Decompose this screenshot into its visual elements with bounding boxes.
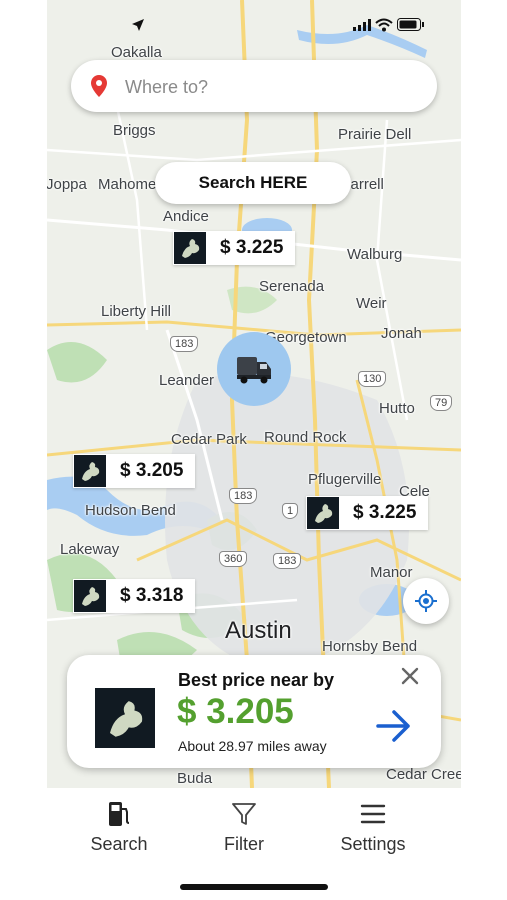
map-label: Hudson Bend	[85, 502, 176, 519]
arrow-right-icon[interactable]	[375, 709, 413, 743]
map-label: Mahomet	[98, 176, 161, 193]
best-price-card[interactable]: Best price near by $ 3.205 About 28.97 m…	[67, 655, 441, 768]
fuel-pump-icon	[109, 802, 130, 826]
menu-icon	[360, 804, 386, 824]
price-marker-value: $ 3.225	[353, 502, 417, 523]
home-indicator	[180, 884, 328, 890]
map-label: Pflugerville	[308, 471, 382, 488]
locate-icon	[415, 590, 437, 612]
map-label: Serenada	[259, 278, 325, 295]
map-label: Round Rock	[264, 429, 347, 446]
search-here-button[interactable]: Search HERE	[155, 162, 351, 204]
destination-search-bar[interactable]	[71, 60, 437, 112]
close-icon[interactable]	[399, 665, 421, 687]
card-title: Best price near by	[178, 670, 335, 690]
map-pin-icon	[91, 75, 107, 97]
tab-filter[interactable]: Filter	[189, 798, 299, 855]
card-price: $ 3.205	[177, 692, 294, 731]
price-marker-value: $ 3.225	[220, 237, 284, 258]
road-shield: 183	[229, 488, 258, 504]
station-logo-icon	[74, 580, 106, 612]
map-label-city: Austin	[225, 617, 292, 644]
signal-icon	[353, 19, 371, 31]
tab-label: Filter	[224, 834, 264, 854]
map-label: Hornsby Bend	[322, 638, 418, 655]
map-label: Joppa	[47, 176, 87, 193]
truck-icon	[237, 357, 271, 384]
station-logo-icon	[307, 497, 339, 529]
map-label: Cedar Park	[171, 431, 247, 448]
location-arrow-icon	[132, 19, 144, 31]
current-location-marker	[217, 332, 291, 406]
map-label: Prairie Dell	[338, 126, 412, 143]
tab-search[interactable]: Search	[64, 798, 174, 855]
road-shield: 1	[282, 503, 299, 519]
map-label: Weir	[356, 295, 387, 312]
price-marker-value: $ 3.318	[120, 585, 184, 606]
map-label: Lakeway	[60, 541, 120, 558]
map-label: Leander	[159, 372, 215, 389]
map-label: Cedar Creek	[386, 766, 461, 783]
price-marker[interactable]: $ 3.225	[173, 231, 296, 265]
tab-settings[interactable]: Settings	[318, 798, 428, 855]
tab-label: Search	[90, 834, 148, 854]
card-distance: About 28.97 miles away	[178, 738, 327, 754]
road-shield: 183	[273, 553, 302, 569]
map-label: Walburg	[347, 246, 403, 263]
map-label: Buda	[177, 770, 213, 787]
recenter-button[interactable]	[403, 578, 449, 624]
road-shield: 79	[430, 395, 453, 411]
station-logo-icon	[174, 232, 206, 264]
tab-label: Settings	[340, 834, 406, 854]
station-logo-icon	[95, 688, 155, 748]
map-label: Oakalla	[111, 44, 162, 61]
map-label: Manor	[370, 564, 413, 581]
road-shield: 183	[170, 336, 199, 352]
map-label: Briggs	[113, 122, 156, 139]
map-label: Andice	[163, 208, 209, 225]
filter-icon	[232, 803, 256, 825]
wifi-icon	[375, 18, 393, 32]
station-logo-icon	[74, 455, 106, 487]
price-marker-value: $ 3.205	[120, 460, 184, 481]
status-bar	[47, 14, 461, 38]
battery-icon	[397, 18, 424, 31]
price-marker[interactable]: $ 3.318	[73, 579, 196, 613]
map-label: Hutto	[379, 400, 415, 417]
destination-input[interactable]	[123, 72, 407, 102]
phone-screen: Oakalla Briggs Prairie Dell Joppa Mahome…	[47, 0, 461, 900]
road-shield: 360	[219, 551, 248, 567]
price-marker[interactable]: $ 3.225	[306, 496, 429, 530]
price-marker[interactable]: $ 3.205	[73, 454, 196, 488]
map-view[interactable]: Oakalla Briggs Prairie Dell Joppa Mahome…	[47, 0, 461, 788]
map-label: Liberty Hill	[101, 303, 172, 320]
road-shield: 130	[358, 371, 387, 387]
map-label: Jonah	[381, 325, 422, 342]
